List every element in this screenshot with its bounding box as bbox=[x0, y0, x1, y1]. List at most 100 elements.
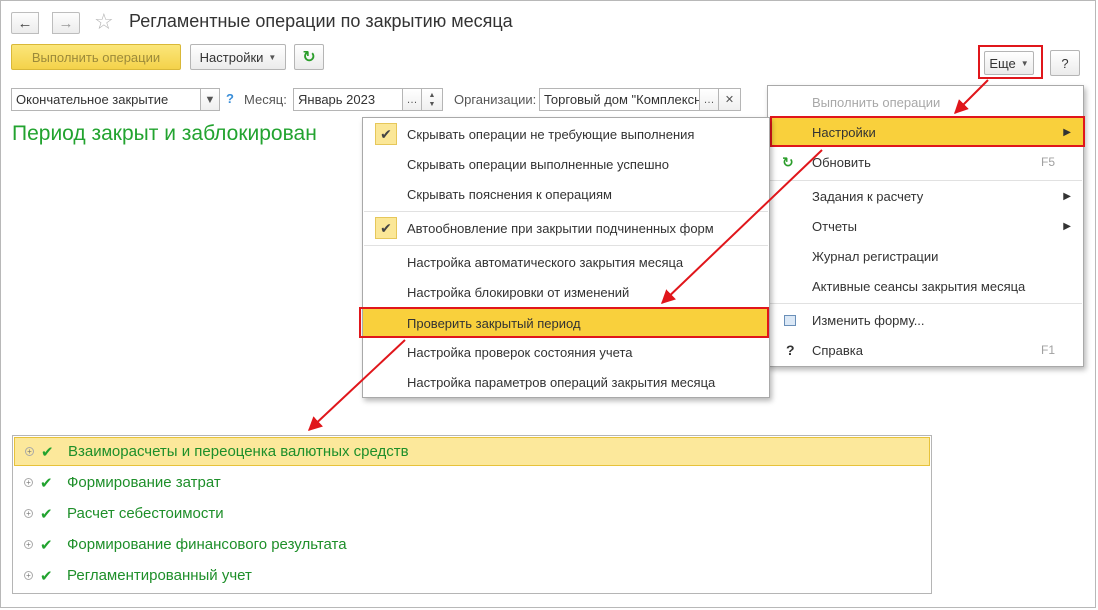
ellipsis-icon: … bbox=[406, 93, 418, 106]
shortcut-label: F5 bbox=[1040, 155, 1055, 169]
back-button[interactable]: ← bbox=[11, 12, 39, 34]
menu-item-label: Задания к расчету bbox=[812, 188, 924, 204]
list-item[interactable]: + ✔ Формирование затрат bbox=[14, 468, 930, 497]
period-status-text: Период закрыт и заблокирован bbox=[12, 122, 317, 145]
help-hint-icon[interactable]: ? bbox=[226, 91, 234, 106]
page-title: Регламентные операции по закрытию месяца bbox=[129, 11, 513, 31]
list-item[interactable]: + ✔ Взаиморасчеты и переоценка валютных … bbox=[14, 437, 930, 466]
list-item[interactable]: + ✔ Расчет себестоимости bbox=[14, 499, 930, 528]
menu-item-auto-close-settings[interactable]: Настройка автоматического закрытия месяц… bbox=[363, 248, 769, 276]
menu-divider bbox=[769, 180, 1082, 181]
menu-item-hide-not-required[interactable]: ✔ Скрывать операции не требующие выполне… bbox=[363, 120, 769, 148]
submenu-arrow-icon: ▶ bbox=[1063, 220, 1071, 232]
menu-item-auto-refresh[interactable]: ✔ Автообновление при закрытии подчиненны… bbox=[363, 214, 769, 242]
run-operations-button[interactable]: Выполнить операции bbox=[11, 44, 181, 70]
menu-item-label: Скрывать пояснения к операциям bbox=[407, 186, 612, 202]
more-button[interactable]: Еще ▼ bbox=[984, 51, 1034, 75]
month-stepper[interactable]: ▲ ▼ bbox=[421, 88, 443, 111]
menu-item-account-checks[interactable]: Настройка проверок состояния учета bbox=[363, 338, 769, 366]
menu-item-calc-tasks[interactable]: Задания к расчету ▶ bbox=[768, 182, 1083, 210]
organization-label: Организации: bbox=[454, 92, 537, 107]
month-label: Месяц: bbox=[244, 92, 287, 107]
help-button[interactable]: ? bbox=[1050, 50, 1080, 76]
list-item[interactable]: + ✔ Регламентированный учет bbox=[14, 561, 930, 590]
menu-item-label: Настройка блокировки от изменений bbox=[407, 284, 630, 300]
expand-icon[interactable]: + bbox=[24, 571, 33, 580]
expand-icon[interactable]: + bbox=[24, 478, 33, 487]
menu-divider bbox=[769, 303, 1082, 304]
menu-item-label: Скрывать операции выполненные успешно bbox=[407, 156, 669, 172]
settings-button[interactable]: Настройки ▼ bbox=[190, 44, 286, 70]
operation-label: Формирование финансового результата bbox=[67, 536, 347, 553]
dropdown-caret-icon: ▼ bbox=[1020, 58, 1029, 68]
month-select-button[interactable]: … bbox=[402, 88, 422, 111]
checkmark-icon: ✔ bbox=[41, 443, 54, 461]
menu-item-hide-notes[interactable]: Скрывать пояснения к операциям bbox=[363, 180, 769, 208]
menu-item-label: Настройка параметров операций закрытия м… bbox=[407, 374, 716, 390]
menu-item-label: Выполнить операции bbox=[812, 94, 941, 110]
checkmark-icon: ✔ bbox=[375, 217, 397, 239]
refresh-button[interactable]: ↻ bbox=[294, 44, 324, 70]
arrow-right-icon: → bbox=[58, 14, 74, 32]
settings-submenu: ✔ Скрывать операции не требующие выполне… bbox=[362, 117, 770, 398]
favorite-star-icon[interactable]: ☆ bbox=[94, 9, 114, 35]
menu-divider bbox=[364, 245, 768, 246]
operation-label: Формирование затрат bbox=[67, 474, 221, 491]
expand-icon[interactable]: + bbox=[24, 540, 33, 549]
checkmark-icon: ✔ bbox=[40, 567, 53, 585]
arrow-left-icon: ← bbox=[17, 14, 33, 32]
forward-button[interactable]: → bbox=[52, 12, 80, 34]
refresh-icon: ↻ bbox=[302, 49, 316, 66]
annotation-highlight-check-period bbox=[359, 307, 769, 338]
dropdown-caret-icon: ▼ bbox=[268, 52, 277, 62]
operation-label: Регламентированный учет bbox=[67, 567, 252, 584]
annotation-highlight-settings bbox=[770, 116, 1085, 147]
menu-item-active-sessions[interactable]: Активные сеансы закрытия месяца bbox=[768, 272, 1083, 300]
operations-list[interactable]: + ✔ Взаиморасчеты и переоценка валютных … bbox=[12, 435, 932, 594]
operation-label: Взаиморасчеты и переоценка валютных сред… bbox=[68, 443, 409, 460]
organization-input[interactable]: Торговый дом "Комплексный" bbox=[539, 88, 700, 111]
expand-icon[interactable]: + bbox=[24, 509, 33, 518]
menu-item-event-log[interactable]: Журнал регистрации bbox=[768, 242, 1083, 270]
list-item[interactable]: + ✔ Формирование финансового результата bbox=[14, 530, 930, 559]
month-input[interactable]: Январь 2023 bbox=[293, 88, 403, 111]
chevron-down-icon: ▼ bbox=[428, 100, 436, 108]
checkmark-icon: ✔ bbox=[40, 474, 53, 492]
menu-item-help[interactable]: ? Справка F1 bbox=[768, 336, 1083, 364]
menu-divider bbox=[364, 211, 768, 212]
chevron-up-icon: ▲ bbox=[428, 91, 436, 99]
menu-item-label: Журнал регистрации bbox=[812, 248, 939, 264]
menu-item-label: Настройка автоматического закрытия месяц… bbox=[407, 254, 684, 270]
menu-item-label: Скрывать операции не требующие выполнени… bbox=[407, 126, 695, 142]
closing-type-select[interactable]: Окончательное закрытие bbox=[11, 88, 201, 111]
menu-item-hide-successful[interactable]: Скрывать операции выполненные успешно bbox=[363, 150, 769, 178]
menu-item-reports[interactable]: Отчеты ▶ bbox=[768, 212, 1083, 240]
menu-item-label: Справка bbox=[812, 342, 863, 358]
menu-item-change-form[interactable]: Изменить форму... bbox=[768, 306, 1083, 334]
menu-item-operation-params[interactable]: Настройка параметров операций закрытия м… bbox=[363, 368, 769, 396]
menu-item-lock-settings[interactable]: Настройка блокировки от изменений bbox=[363, 278, 769, 306]
menu-item-refresh[interactable]: ↻ Обновить F5 bbox=[768, 148, 1083, 176]
organization-select-button[interactable]: … bbox=[699, 88, 719, 111]
menu-item-label: Активные сеансы закрытия месяца bbox=[812, 278, 1026, 294]
menu-item-label: Настройка проверок состояния учета bbox=[407, 344, 633, 360]
checkmark-icon: ✔ bbox=[40, 536, 53, 554]
menu-item-label: Отчеты bbox=[812, 218, 857, 234]
shortcut-label: F1 bbox=[1040, 343, 1055, 357]
menu-item-label: Обновить bbox=[812, 154, 871, 170]
menu-item-run-operations: Выполнить операции bbox=[768, 88, 1083, 116]
operation-label: Расчет себестоимости bbox=[67, 505, 224, 522]
more-button-label: Еще bbox=[989, 55, 1016, 71]
checkmark-icon: ✔ bbox=[40, 505, 53, 523]
ellipsis-icon: … bbox=[703, 93, 715, 106]
form-icon bbox=[784, 314, 796, 326]
menu-item-label: Изменить форму... bbox=[812, 312, 925, 328]
closing-type-dropdown[interactable]: ▼ bbox=[200, 88, 220, 111]
submenu-arrow-icon: ▶ bbox=[1063, 190, 1071, 202]
settings-button-label: Настройки bbox=[199, 49, 264, 65]
organization-clear-button[interactable]: ✕ bbox=[718, 88, 741, 111]
menu-item-label: Автообновление при закрытии подчиненных … bbox=[407, 220, 714, 236]
expand-icon[interactable]: + bbox=[25, 447, 34, 456]
checkmark-icon: ✔ bbox=[375, 123, 397, 145]
dropdown-caret-icon: ▼ bbox=[204, 93, 216, 106]
